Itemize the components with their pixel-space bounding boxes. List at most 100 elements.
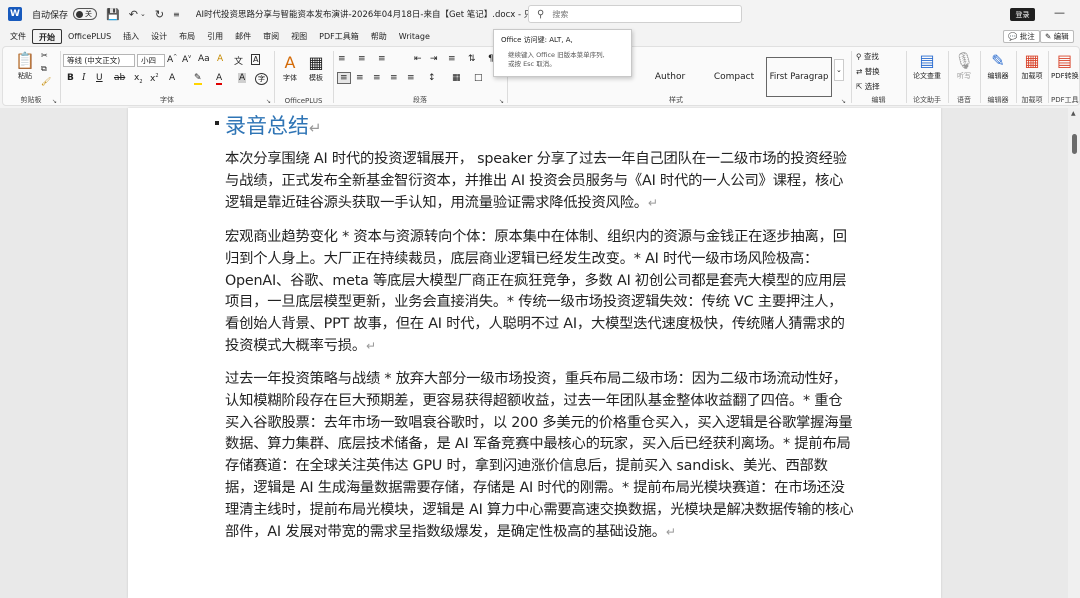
find-button[interactable]: ⚲ 查找 [856, 51, 879, 62]
paste-button[interactable]: 📋 粘贴 [13, 51, 37, 81]
comment-button[interactable]: 💬 批注 [1003, 30, 1040, 43]
align-center-icon[interactable]: ≡ [356, 73, 364, 83]
line-spacing-icon[interactable]: ↕ [428, 73, 436, 83]
paragraph-1[interactable]: 本次分享围绕 AI 时代的投资逻辑展开， speaker 分享了过去一年自己团队… [225, 149, 855, 214]
char-border-icon[interactable]: A [251, 54, 261, 65]
search-input[interactable] [552, 9, 713, 19]
bold-icon[interactable]: B [67, 73, 74, 83]
pdf-convert-button[interactable]: ▤ PDF转换 [1051, 51, 1080, 81]
phonetic-guide-icon[interactable]: 文 [234, 54, 243, 67]
bullets-icon[interactable]: ≡ [338, 54, 346, 64]
officeplus-template-button[interactable]: ▦ 模板 [304, 53, 328, 83]
align-left-icon[interactable]: ≡ [337, 72, 351, 84]
styles-launcher-icon[interactable]: ↘ [841, 98, 846, 105]
tab-writage[interactable]: Writage [393, 29, 436, 44]
tab-references[interactable]: 引用 [201, 29, 229, 44]
style-first-paragraph[interactable]: First Paragrap [766, 57, 832, 97]
tab-insert[interactable]: 插入 [117, 29, 145, 44]
tab-design[interactable]: 设计 [145, 29, 173, 44]
text-effects-icon[interactable]: A [169, 73, 175, 83]
clipboard-launcher-icon[interactable]: ↘ [52, 98, 57, 105]
paragraph-3[interactable]: 过去一年投资策略与战绩 * 放弃大部分一级市场投资，重兵布局二级市场：因为二级市… [225, 369, 855, 543]
redo-icon[interactable]: ↻ [155, 8, 164, 21]
strikethrough-icon[interactable]: ab [114, 73, 125, 83]
tab-help[interactable]: 帮助 [365, 29, 393, 44]
numbering-icon[interactable]: ≡ [358, 54, 366, 64]
justify-icon[interactable]: ≡ [390, 73, 398, 83]
customize-toolbar-icon[interactable]: ≡ [173, 10, 180, 19]
multilevel-list-icon[interactable]: ≡ [378, 54, 386, 64]
undo-icon[interactable]: ↶ [129, 8, 138, 21]
chinese-layout-icon[interactable]: ≡ [448, 54, 456, 64]
font-name-combo[interactable]: 等线 (中文正文) [63, 54, 135, 67]
change-case-icon[interactable]: Aa [198, 54, 210, 64]
tab-review[interactable]: 审阅 [257, 29, 285, 44]
login-button[interactable]: 登录 [1010, 8, 1035, 21]
microphone-icon: 🎙 [953, 51, 975, 70]
tab-pdf-toolbox[interactable]: PDF工具箱 [313, 29, 365, 44]
dictate-label: 听写 [957, 72, 971, 80]
superscript-icon[interactable]: x2 [150, 73, 159, 84]
editor-label: 编辑器 [987, 96, 1009, 104]
font-group: 等线 (中文正文) 小四 A^ Av Aa A 文 A B I U ab x2 … [61, 47, 273, 107]
undo-dropdown-icon[interactable]: ⌄ [140, 10, 146, 18]
shading-icon[interactable]: ▦ [452, 73, 461, 83]
font-color-icon[interactable]: A [216, 73, 223, 85]
font-launcher-icon[interactable]: ↘ [266, 98, 271, 105]
copy-icon[interactable]: ⧉ [41, 64, 47, 74]
dictate-button[interactable]: 🎙 听写 [951, 51, 977, 81]
paragraph-2[interactable]: 宏观商业趋势变化 * 资本与资源转向个体：原本集中在体制、组织内的资源与金钱正在… [225, 227, 855, 358]
clear-format-icon[interactable]: A [217, 54, 223, 64]
paragraph-launcher-icon[interactable]: ↘ [499, 98, 504, 105]
distribute-icon[interactable]: ≡ [407, 73, 415, 83]
addins-icon: ▦ [1024, 51, 1040, 70]
font-size-combo[interactable]: 小四 [137, 54, 165, 67]
search-box[interactable]: ⚲ [528, 5, 742, 23]
scroll-thumb[interactable] [1072, 134, 1077, 154]
addins-button[interactable]: ▦ 加载项 [1018, 51, 1046, 81]
minimize-icon[interactable]: — [1054, 6, 1065, 19]
editor-group: ✎ 编辑器 编辑器 [981, 47, 1015, 107]
underline-icon[interactable]: U [96, 73, 103, 83]
style-author[interactable]: Author [638, 57, 702, 97]
styles-more-icon[interactable]: ⌄ [834, 59, 844, 81]
voice-group: 🎙 听写 语音 [949, 47, 979, 107]
tab-layout[interactable]: 布局 [173, 29, 201, 44]
increase-indent-icon[interactable]: ⇥ [430, 54, 438, 64]
italic-icon[interactable]: I [82, 73, 86, 83]
paragraph-label: 段落 [413, 96, 427, 104]
cut-icon[interactable]: ✂ [41, 51, 48, 60]
tab-home[interactable]: 开始 [32, 29, 62, 44]
highlight-icon[interactable]: ✎ [194, 73, 202, 85]
enclose-char-icon[interactable]: 字 [255, 73, 268, 85]
autosave-state: 关 [85, 10, 93, 18]
save-icon[interactable]: 💾 [106, 8, 120, 21]
tab-view[interactable]: 视图 [285, 29, 313, 44]
sort-icon[interactable]: ⇅ [468, 54, 476, 64]
vertical-scrollbar[interactable]: ▲ [1068, 108, 1080, 598]
subscript-icon[interactable]: x2 [134, 73, 143, 85]
replace-button[interactable]: ⇄ 替换 [856, 66, 880, 77]
plagiarism-check-icon: ▤ [919, 51, 935, 70]
officeplus-font-button[interactable]: A 字体 [278, 53, 302, 83]
grow-font-icon[interactable]: A^ [167, 54, 177, 65]
shrink-font-icon[interactable]: Av [182, 54, 191, 65]
plagiarism-check-button[interactable]: ▤ 论文查重 [909, 51, 945, 81]
decrease-indent-icon[interactable]: ⇤ [414, 54, 422, 64]
tab-officeplus[interactable]: OfficePLUS [62, 29, 117, 44]
document-heading[interactable]: 录音总结↵ [225, 110, 322, 140]
autosave-toggle[interactable]: 关 [73, 8, 98, 20]
char-shading-icon[interactable]: A [238, 73, 247, 83]
editing-mode-button[interactable]: ✎ 编辑 [1040, 30, 1074, 43]
tab-mailings[interactable]: 邮件 [229, 29, 257, 44]
document-page[interactable]: 录音总结↵ 本次分享围绕 AI 时代的投资逻辑展开， speaker 分享了过去… [128, 108, 941, 598]
scroll-up-icon[interactable]: ▲ [1071, 110, 1076, 117]
editor-button[interactable]: ✎ 编辑器 [983, 51, 1013, 81]
align-right-icon[interactable]: ≡ [373, 73, 381, 83]
tab-file[interactable]: 文件 [4, 29, 32, 44]
format-painter-icon[interactable]: 🖌 [41, 77, 51, 86]
select-button[interactable]: ⇱ 选择 [856, 81, 880, 92]
word-app-icon: W [8, 7, 22, 21]
borders-icon[interactable]: □ [474, 73, 483, 83]
style-compact[interactable]: Compact [702, 57, 766, 97]
